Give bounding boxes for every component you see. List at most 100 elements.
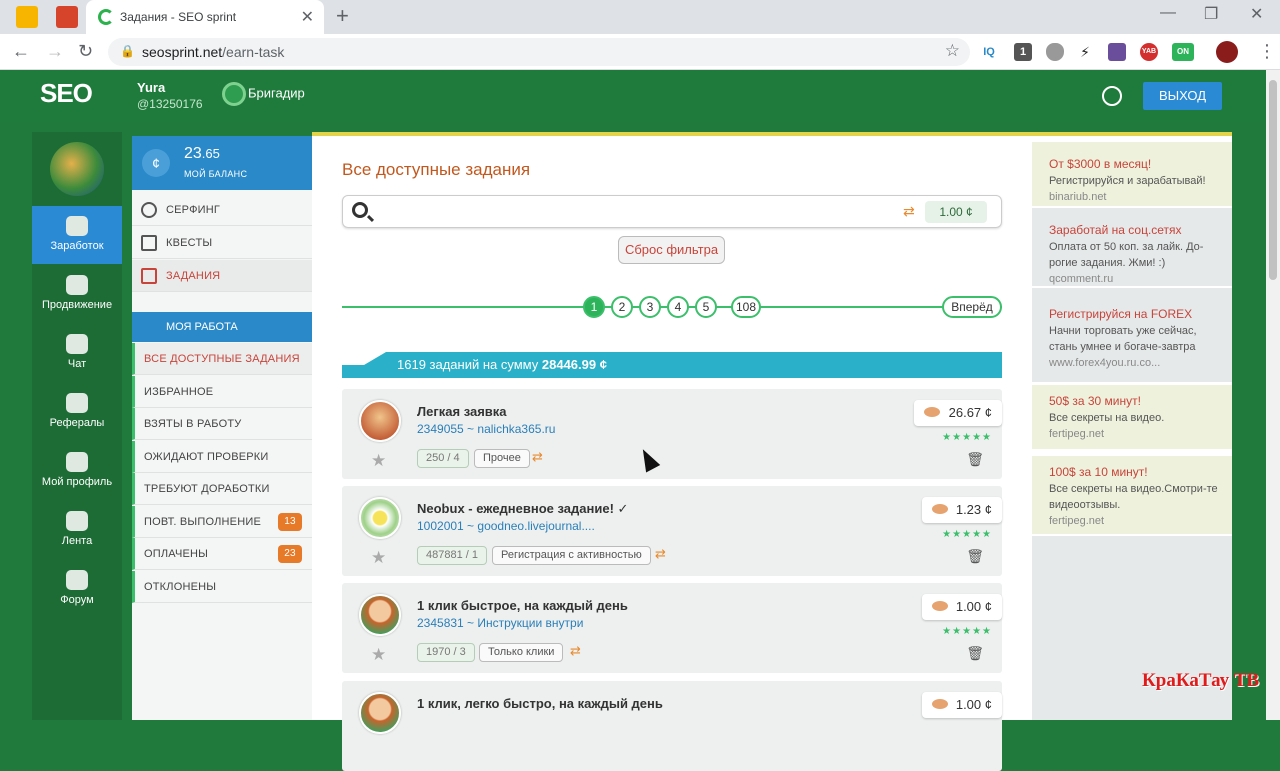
menu-item-tasks[interactable]: ЗАДАНИЯ <box>132 260 312 292</box>
page-button[interactable]: 3 <box>639 296 661 318</box>
search-input[interactable]: ⇄ 1.00 ¢ <box>342 195 1002 228</box>
next-page-button[interactable]: Вперёд <box>942 296 1002 318</box>
trash-icon[interactable]: 🗑 <box>966 451 984 468</box>
page-button[interactable]: 108 <box>731 296 761 318</box>
page-title: Все доступные задания <box>342 160 531 179</box>
favorite-star-icon[interactable]: ★ <box>371 548 386 568</box>
user-rank: Бригадир <box>222 82 305 106</box>
avatar[interactable] <box>50 142 104 196</box>
submenu-in-work[interactable]: ВЗЯТЫ В РАБОТУ <box>132 408 312 440</box>
url-input[interactable]: 🔒 seosprint.net/earn-task ☆ <box>108 38 970 66</box>
reset-filter-button[interactable]: Сброс фильтра <box>618 236 725 264</box>
user-name[interactable]: Yura <box>137 80 165 95</box>
ad-text: Начни торговать уже сейчас, стань умнее … <box>1049 325 1197 353</box>
yab-extension-icon[interactable]: YAB <box>1140 43 1158 61</box>
nav-earnings[interactable]: Заработок <box>32 206 122 264</box>
favorite-star-icon[interactable]: ★ <box>371 451 386 471</box>
page-button[interactable]: 4 <box>667 296 689 318</box>
nav-profile[interactable]: Мой профиль <box>32 442 122 500</box>
balance-panel[interactable]: ¢ 23.65 МОЙ БАЛАНС <box>132 136 312 190</box>
task-title[interactable]: 1 клик, легко быстро, на каждый день <box>417 696 663 711</box>
ad-block[interactable]: Заработай на соц.сетях Оплата от 50 коп.… <box>1032 208 1232 286</box>
nav-label: Чат <box>67 358 87 370</box>
trash-icon[interactable]: 🗑 <box>966 645 984 662</box>
nav-promotion[interactable]: Продвижение <box>32 265 122 323</box>
task-card[interactable]: ★ 1 клик быстрое, на каждый день 2345831… <box>342 583 1002 673</box>
window-close-icon[interactable]: ✕ <box>1250 4 1263 24</box>
new-tab-icon[interactable]: + <box>336 3 349 29</box>
task-id-site[interactable]: 1002001 ~ goodneo.livejournal.... <box>417 519 595 533</box>
profile-avatar-icon[interactable] <box>1216 41 1238 63</box>
page-button[interactable]: 1 <box>583 296 605 318</box>
ad-block[interactable]: От $3000 в месяц! Регистрируйся и зараба… <box>1032 142 1232 206</box>
shield-extension-icon[interactable] <box>1046 43 1064 61</box>
restore-icon[interactable]: ❐ <box>1204 4 1218 24</box>
task-category[interactable]: Только клики <box>479 643 564 662</box>
menu-label: ЗАДАНИЯ <box>166 270 221 282</box>
menu-item-surfing[interactable]: СЕРФИНГ <box>132 194 312 226</box>
browser-tab-active[interactable]: Задания - SEO sprint ✕ <box>86 0 324 34</box>
minimize-icon[interactable]: — <box>1160 4 1176 22</box>
menu-dots-icon[interactable]: ⋮ <box>1258 41 1276 62</box>
submenu-paid[interactable]: ОПЛАЧЕНЫ 23 <box>132 538 312 570</box>
favorite-star-icon[interactable]: ★ <box>371 645 386 665</box>
tab-title: Задания - SEO sprint <box>120 10 237 24</box>
seosprint-favicon-icon <box>98 9 114 25</box>
reload-icon[interactable]: ↻ <box>78 41 93 62</box>
page-button[interactable]: 2 <box>611 296 633 318</box>
ad-title[interactable]: От $3000 в месяц! <box>1049 156 1232 172</box>
search-icon[interactable] <box>352 202 368 218</box>
ad-title[interactable]: 50$ за 30 минут! <box>1049 393 1232 409</box>
submenu-repeat[interactable]: ПОВТ. ВЫПОЛНЕНИЕ 13 <box>132 506 312 538</box>
task-category[interactable]: Прочее <box>474 449 530 468</box>
task-title[interactable]: Легкая заявка <box>417 404 507 419</box>
task-card[interactable]: ★ Легкая заявка 2349055 ~ nalichka365.ru… <box>342 389 1002 479</box>
ad-title[interactable]: Регистрируйся на FOREX <box>1049 306 1232 322</box>
repeat-icon: ⇄ <box>655 546 666 561</box>
seosprint-logo[interactable]: SEO <box>40 78 93 109</box>
task-category[interactable]: Регистрация с активностью <box>492 546 651 565</box>
task-card[interactable]: ★ Neobux - ежедневное задание! ✓ 1002001… <box>342 486 1002 576</box>
submenu-need-revision[interactable]: ТРЕБУЮТ ДОРАБОТКИ <box>132 473 312 505</box>
swap-icon[interactable]: ⇄ <box>903 203 915 220</box>
ad-block[interactable]: Регистрируйся на FOREX Начни торговать у… <box>1032 288 1232 382</box>
lightning-extension-icon[interactable]: ⚡ <box>1076 43 1094 61</box>
nav-referrals[interactable]: Рефералы <box>32 383 122 441</box>
colorful-extension-icon[interactable] <box>1108 43 1126 61</box>
page-scrollbar[interactable] <box>1266 70 1280 720</box>
task-id-site[interactable]: 2349055 ~ nalichka365.ru <box>417 422 555 436</box>
nav-feed[interactable]: Лента <box>32 501 122 559</box>
scrollbar-thumb[interactable] <box>1269 80 1277 280</box>
iq-extension-icon[interactable]: IQ <box>980 43 998 61</box>
nav-forum[interactable]: Форум <box>32 560 122 618</box>
extension-badge-icon[interactable]: 1 <box>1014 43 1032 61</box>
task-title[interactable]: 1 клик быстрое, на каждый день <box>417 598 628 613</box>
nav-chat[interactable]: Чат <box>32 324 122 382</box>
back-icon[interactable]: ← <box>12 41 30 62</box>
submenu-all-tasks[interactable]: ВСЕ ДОСТУПНЫЕ ЗАДАНИЯ <box>132 343 312 375</box>
ad-title[interactable]: Заработай на соц.сетях <box>1049 222 1232 238</box>
submenu-awaiting-check[interactable]: ОЖИДАЮТ ПРОВЕРКИ <box>132 441 312 473</box>
task-id-site[interactable]: 2345831 ~ Инструкции внутри <box>417 616 583 630</box>
on-extension-icon[interactable]: ON <box>1172 43 1194 61</box>
submenu-favorites[interactable]: ИЗБРАННОЕ <box>132 376 312 408</box>
submenu-rejected[interactable]: ОТКЛОНЕНЫ <box>132 571 312 603</box>
task-title[interactable]: Neobux - ежедневное задание! ✓ <box>417 501 628 517</box>
task-card[interactable]: 1 клик, легко быстро, на каждый день 1.0… <box>342 681 1002 771</box>
trash-icon[interactable]: 🗑 <box>966 548 984 565</box>
ad-block[interactable]: 100$ за 10 минут! Все секреты на видео.С… <box>1032 456 1232 534</box>
forward-icon[interactable]: → <box>46 41 64 62</box>
bookmark-star-icon[interactable]: ☆ <box>945 41 960 61</box>
logout-button[interactable]: ВЫХОД <box>1143 82 1222 110</box>
ad-block[interactable]: 50$ за 30 минут! Все секреты на видео. f… <box>1032 385 1232 449</box>
ad-title[interactable]: 100$ за 10 минут! <box>1049 464 1232 480</box>
pinned-tab-icon[interactable] <box>16 6 38 28</box>
page-button[interactable]: 5 <box>695 296 717 318</box>
nav-label: Форум <box>60 594 94 606</box>
globe-icon[interactable] <box>1102 86 1122 106</box>
task-price: 26.67 ¢ <box>914 400 1002 426</box>
menu-item-quests[interactable]: КВЕСТЫ <box>132 227 312 259</box>
pinned-tab-icon[interactable] <box>56 6 78 28</box>
min-price-filter[interactable]: 1.00 ¢ <box>925 201 987 223</box>
close-tab-icon[interactable]: ✕ <box>301 7 314 27</box>
